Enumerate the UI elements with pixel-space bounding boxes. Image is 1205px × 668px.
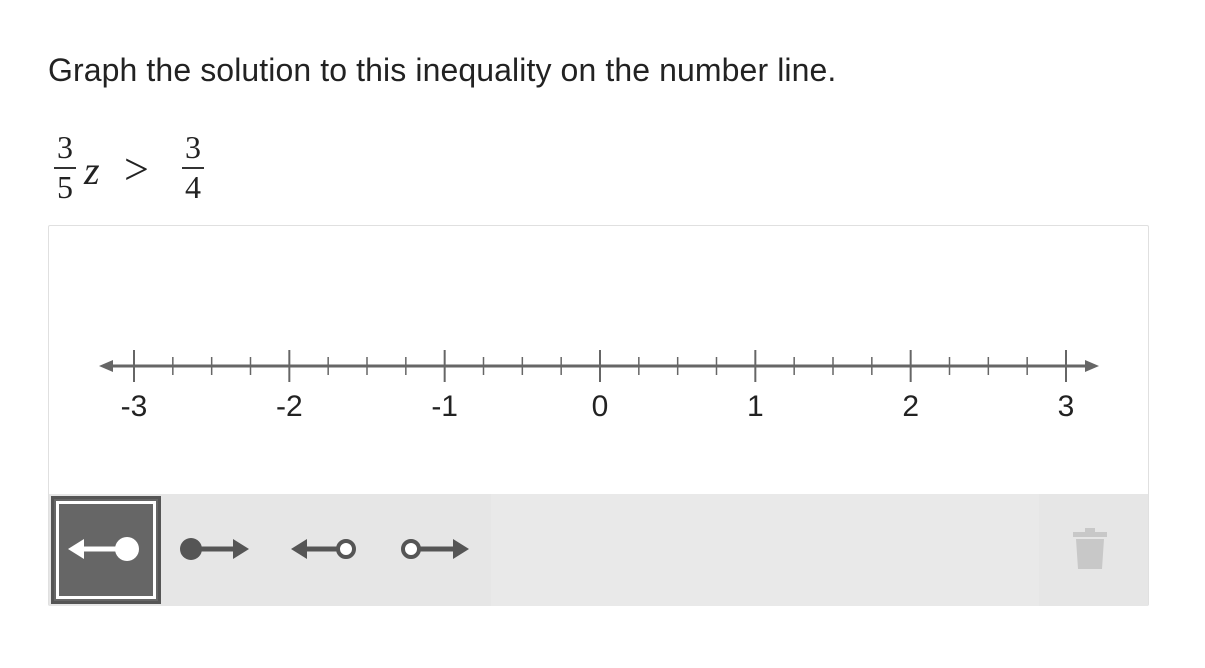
tick-label: -1 — [431, 390, 458, 423]
open-left-ray-tool[interactable] — [271, 494, 381, 604]
left-denominator: 5 — [57, 169, 73, 205]
number-line[interactable]: -3 -2 -1 0 1 2 3 — [49, 226, 1148, 494]
number-line-widget: -3 -2 -1 0 1 2 3 — [48, 225, 1149, 606]
trash-icon — [1073, 528, 1107, 569]
right-numerator: 3 — [185, 129, 201, 165]
left-arrowhead — [99, 360, 113, 372]
open-dot-right-arrow-icon — [401, 539, 469, 559]
toolbar-spacer — [491, 494, 1039, 606]
open-right-ray-tool[interactable] — [381, 494, 491, 604]
closed-dot-right-arrow-icon — [180, 538, 249, 560]
variable: z — [84, 148, 100, 193]
tick-label: -3 — [121, 390, 148, 423]
closed-left-ray-tool[interactable] — [51, 496, 161, 604]
tick-label: 0 — [592, 390, 609, 423]
tick-label: 2 — [902, 390, 919, 423]
right-arrowhead — [1085, 360, 1099, 372]
tick-label: 1 — [747, 390, 764, 423]
closed-right-ray-tool[interactable] — [161, 494, 271, 604]
left-numerator: 3 — [57, 129, 73, 165]
right-denominator: 4 — [185, 169, 201, 205]
open-dot-left-arrow-icon — [291, 539, 356, 559]
inequality-operator: > — [124, 145, 149, 194]
tick-label: -2 — [276, 390, 303, 423]
tick-label: 3 — [1058, 390, 1075, 423]
delete-button[interactable] — [1042, 494, 1142, 604]
graph-toolbar — [49, 494, 1148, 606]
closed-dot-left-arrow-icon — [68, 537, 139, 561]
question-prompt: Graph the solution to this inequality on… — [48, 52, 837, 88]
